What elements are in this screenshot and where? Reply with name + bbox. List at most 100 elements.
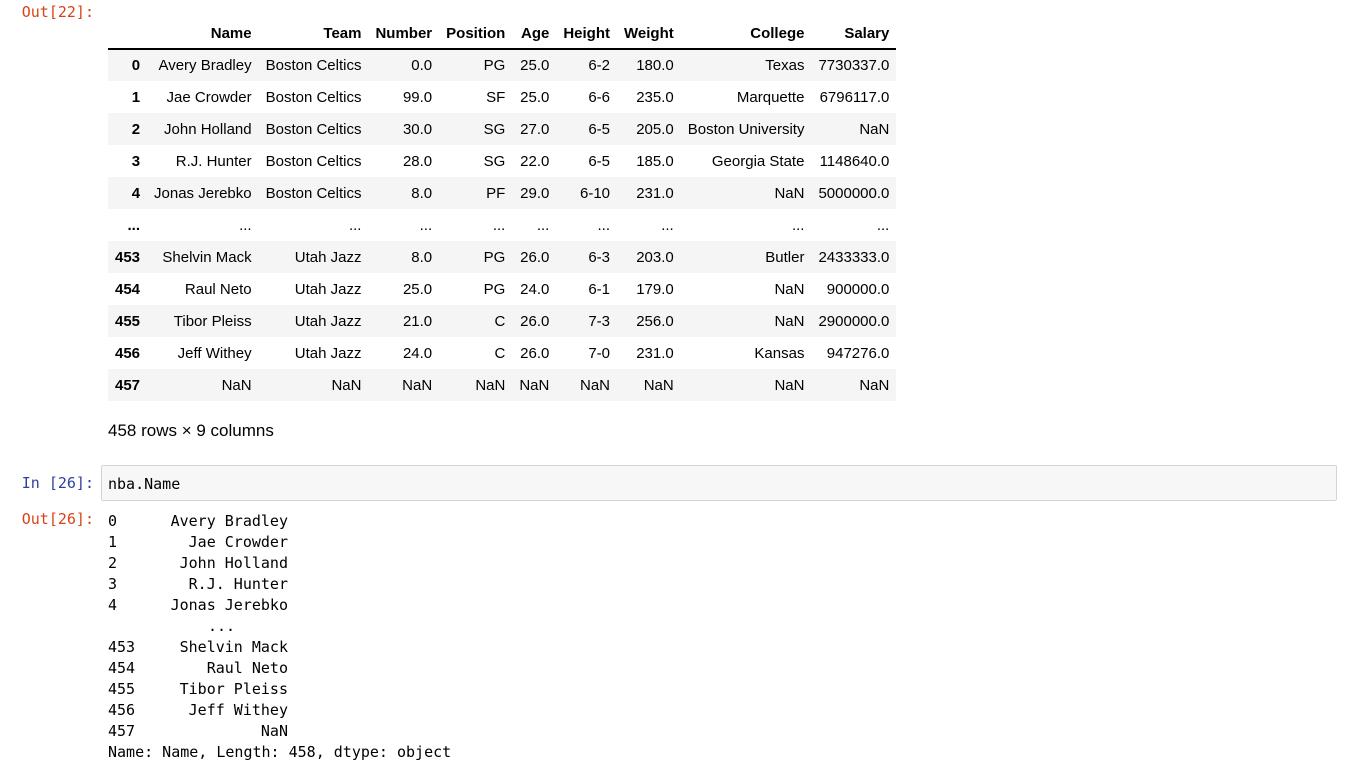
table-row: 455 Tibor Pleiss Utah Jazz 21.0 C 26.0 7-3 256.… bbox=[108, 305, 897, 337]
table-cell: NaN bbox=[859, 120, 890, 138]
table-body: 0 Avery Bradley Boston Celtics 0.0 PG 25.0 6-2… bbox=[108, 49, 897, 401]
series-index: 456 bbox=[108, 701, 136, 719]
table-cell: 5000000.0 bbox=[818, 184, 890, 202]
header-name: Name bbox=[147, 18, 259, 50]
series-row: 0 Avery Bradley bbox=[108, 511, 468, 532]
table-cell: SG bbox=[483, 120, 506, 138]
table-cell: Marquette bbox=[736, 88, 805, 106]
series-index: 3 bbox=[108, 575, 118, 593]
table-cell: 7-3 bbox=[588, 312, 611, 330]
row-index: 4 bbox=[131, 184, 141, 202]
table-cell: NaN bbox=[475, 376, 506, 394]
table-cell: 235.0 bbox=[636, 88, 674, 106]
table-cell: Texas bbox=[765, 57, 805, 74]
table-cell: 25.0 bbox=[402, 280, 433, 298]
code-input-cell[interactable]: nba.Name bbox=[101, 465, 1337, 501]
table-cell: 947276.0 bbox=[826, 344, 890, 362]
table-cell: 21.0 bbox=[402, 312, 433, 330]
series-row: 455 Tibor Pleiss bbox=[108, 679, 468, 700]
series-index: 455 bbox=[108, 680, 136, 698]
header-position: Position bbox=[439, 18, 513, 50]
row-index: ... bbox=[127, 216, 141, 234]
table-cell: SF bbox=[486, 88, 506, 106]
table-cell: Boston University bbox=[687, 120, 805, 138]
table-cell: R.J. Hunter bbox=[175, 152, 252, 170]
table-row: 454 Raul Neto Utah Jazz 25.0 PG 24.0 6-1 179.0 N… bbox=[108, 273, 897, 305]
table-cell: PG bbox=[483, 57, 506, 74]
table-cell: ... bbox=[348, 216, 362, 234]
series-footer: Name: Name, Length: 458, dtype: object bbox=[108, 743, 452, 761]
table-cell: 6796117.0 bbox=[819, 88, 890, 106]
row-index: 456 bbox=[115, 344, 141, 362]
series-index: 453 bbox=[108, 638, 136, 656]
table-header: Name Team Number Position Age Height Weight Col… bbox=[108, 18, 897, 50]
table-cell: 6-2 bbox=[588, 57, 611, 74]
table-cell: 26.0 bbox=[520, 248, 550, 266]
table-cell: NaN bbox=[402, 376, 433, 394]
table-cell: ... bbox=[536, 216, 550, 234]
table-row: 3 R.J. Hunter Boston Celtics 28.0 SG 22.0 6-5 1… bbox=[108, 145, 897, 177]
table-cell: 6-5 bbox=[588, 152, 611, 170]
table-cell: Boston Celtics bbox=[265, 120, 362, 138]
table-cell: 24.0 bbox=[402, 344, 433, 362]
row-index: 455 bbox=[115, 312, 141, 330]
header-salary: Salary bbox=[811, 18, 897, 50]
series-value: Avery Bradley bbox=[170, 512, 288, 530]
row-index: 2 bbox=[131, 120, 141, 138]
table-cell: 179.0 bbox=[636, 280, 674, 298]
series-row: 4 Jonas Jerebko bbox=[108, 595, 468, 616]
series-ellipsis: ... bbox=[208, 617, 236, 635]
table-cell: Utah Jazz bbox=[294, 280, 362, 298]
table-cell: PF bbox=[486, 184, 506, 202]
header-team: Team bbox=[258, 18, 369, 50]
table-cell: C bbox=[494, 312, 506, 330]
table-row: 1 Jae Crowder Boston Celtics 99.0 SF 25.0 6-6 2… bbox=[108, 81, 897, 113]
table-cell: 6-5 bbox=[588, 120, 611, 138]
table-cell: 8.0 bbox=[411, 248, 433, 266]
table-cell: Tibor Pleiss bbox=[173, 312, 252, 330]
table-cell: Georgia State bbox=[711, 152, 805, 170]
series-value: R.J. Hunter bbox=[188, 575, 288, 593]
table-cell: 25.0 bbox=[520, 88, 550, 106]
table-cell: ... bbox=[661, 216, 674, 234]
table-cell: 180.0 bbox=[636, 57, 674, 74]
table-cell: NaN bbox=[774, 280, 805, 298]
table-row: 457 NaN NaN NaN NaN NaN NaN NaN NaN NaN bbox=[108, 369, 897, 401]
table-cell: ... bbox=[492, 216, 506, 234]
header-row: Name Team Number Position Age Height Weight Col… bbox=[108, 18, 897, 50]
code-text[interactable]: nba.Name bbox=[108, 474, 180, 494]
series-value: Tibor Pleiss bbox=[179, 680, 288, 698]
table-cell: NaN bbox=[774, 312, 805, 330]
table-cell: NaN bbox=[774, 184, 805, 202]
in-26-prompt: In [26]: bbox=[21, 474, 94, 492]
series-output: 0 Avery Bradley 1 Jae Crowder 2 John Holland 3… bbox=[108, 511, 468, 763]
table-cell: ... bbox=[239, 216, 252, 234]
series-row: 453 Shelvin Mack bbox=[108, 637, 468, 658]
table-cell: Utah Jazz bbox=[294, 344, 362, 362]
row-index: 453 bbox=[115, 248, 141, 266]
table-cell: 7-0 bbox=[588, 344, 611, 362]
table-cell: 7730337.0 bbox=[818, 57, 890, 74]
series-index: 457 bbox=[108, 722, 136, 740]
table-cell: Jeff Withey bbox=[177, 344, 252, 362]
table-cell: 205.0 bbox=[636, 120, 674, 138]
table-cell: C bbox=[494, 344, 506, 362]
table-cell: NaN bbox=[643, 376, 674, 394]
table-cell: 6-6 bbox=[588, 88, 611, 106]
table-cell: ... bbox=[597, 216, 611, 234]
series-index: 0 bbox=[108, 512, 118, 530]
header-height: Height bbox=[556, 18, 618, 50]
table-cell: Boston Celtics bbox=[265, 88, 362, 106]
table-cell: Jae Crowder bbox=[166, 88, 252, 106]
table-cell: ... bbox=[791, 216, 805, 234]
table-cell: 1148640.0 bbox=[819, 152, 890, 170]
table-row: 4 Jonas Jerebko Boston Celtics 8.0 PF 29.0 6-1… bbox=[108, 177, 897, 209]
table-cell: Boston Celtics bbox=[265, 57, 362, 74]
table-cell: 26.0 bbox=[520, 344, 550, 362]
out-22-prompt: Out[22]: bbox=[21, 3, 94, 21]
series-row: 457 NaN bbox=[108, 721, 468, 742]
table-cell: Jonas Jerebko bbox=[154, 184, 252, 202]
table-cell: 24.0 bbox=[520, 280, 550, 298]
table-cell: NaN bbox=[519, 376, 550, 394]
table-cell: 185.0 bbox=[636, 152, 674, 170]
